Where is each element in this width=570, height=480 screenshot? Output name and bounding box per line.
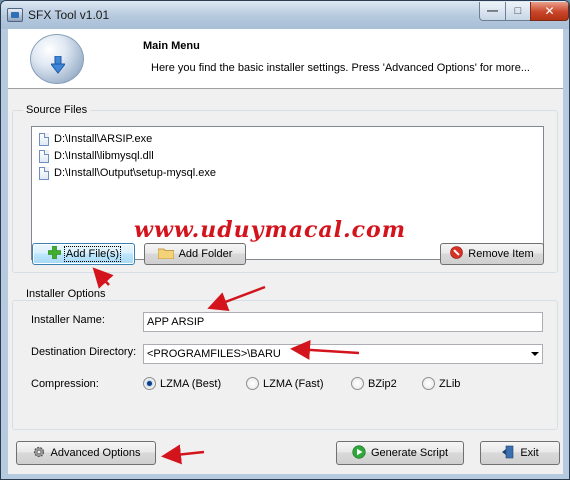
annotation-arrow-destination <box>290 339 360 360</box>
sfx-tool-window: SFX Tool v1.01 — □ ✕ Main Menu Here you … <box>0 0 570 480</box>
annotation-arrow-installer-name <box>207 285 266 312</box>
annotation-arrow-advanced <box>161 444 205 465</box>
annotation-arrow-add-files <box>92 267 360 465</box>
